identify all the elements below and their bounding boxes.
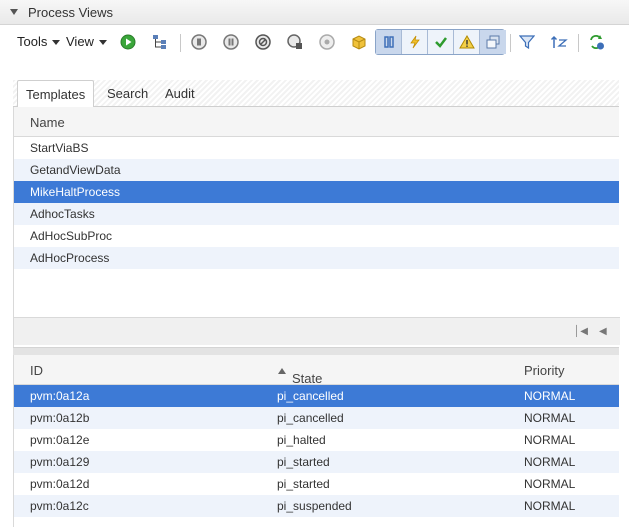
instance-priority: NORMAL	[524, 389, 576, 403]
instance-state: pi_started	[277, 455, 330, 469]
table-row[interactable]: StartViaBS	[14, 137, 619, 159]
table-row[interactable]: GetandViewData	[14, 159, 619, 181]
template-name: MikeHaltProcess	[30, 185, 121, 199]
process-tree-icon[interactable]	[149, 31, 171, 53]
column-header-state-label: State	[292, 371, 323, 386]
toolbar-separator	[510, 34, 511, 52]
toolbar-separator	[180, 34, 181, 52]
tab-templates[interactable]: Templates	[17, 80, 95, 108]
templates-grid-header: Name	[14, 107, 619, 137]
tools-menu[interactable]: Tools	[17, 34, 61, 49]
table-row[interactable]: MikeHaltProcess	[14, 181, 619, 203]
chevron-down-icon	[98, 40, 107, 46]
windows-filter-icon[interactable]	[480, 30, 506, 54]
panel-header[interactable]: Process Views	[0, 0, 629, 25]
template-name: AdHocProcess	[30, 251, 110, 265]
tab-search[interactable]: Search	[99, 80, 156, 107]
sort-icon[interactable]	[548, 31, 570, 53]
table-row[interactable]: pvm:0a12a pi_cancelled NORMAL	[14, 385, 619, 407]
instances-grid: ID State Priority pvm:0a12a pi_cancelled…	[13, 355, 619, 527]
view-menu-label: View	[66, 34, 94, 49]
refresh-icon[interactable]	[586, 31, 608, 53]
template-name: StartViaBS	[30, 141, 89, 155]
table-row[interactable]: AdHocSubProc	[14, 225, 619, 247]
instance-id: pvm:0a129	[30, 455, 90, 469]
suspend-icon[interactable]	[220, 31, 242, 53]
table-row[interactable]: AdHocProcess	[14, 247, 619, 269]
pager: │◀ ◀	[14, 317, 620, 345]
pause-icon[interactable]	[188, 31, 210, 53]
tab-audit[interactable]: Audit	[157, 80, 203, 107]
chevron-down-icon	[52, 40, 61, 46]
instance-state: pi_halted	[277, 433, 326, 447]
running-filter-icon[interactable]	[376, 30, 402, 54]
instance-id: pvm:0a12b	[30, 411, 90, 425]
tools-menu-label: Tools	[17, 34, 48, 49]
instance-priority: NORMAL	[524, 433, 576, 447]
state-filter-group	[375, 29, 506, 55]
table-row[interactable]: pvm:0a129 pi_started NORMAL	[14, 451, 619, 473]
instance-state: pi_cancelled	[277, 389, 344, 403]
collapse-triangle-icon[interactable]	[10, 9, 18, 15]
prev-page-icon[interactable]: ◀	[599, 326, 607, 337]
column-header-priority[interactable]: Priority	[524, 363, 564, 378]
table-row[interactable]: pvm:0a12d pi_started NORMAL	[14, 473, 619, 495]
table-row[interactable]: pvm:0a12c pi_suspended NORMAL	[14, 495, 619, 517]
filter-icon[interactable]	[516, 31, 538, 53]
instance-priority: NORMAL	[524, 477, 576, 491]
template-name: GetandViewData	[30, 163, 121, 177]
table-row[interactable]: pvm:0a12b pi_cancelled NORMAL	[14, 407, 619, 429]
instance-id: pvm:0a12e	[30, 433, 90, 447]
instances-grid-header: ID State Priority	[14, 355, 619, 386]
template-name: AdHocSubProc	[30, 229, 113, 243]
lightning-filter-icon[interactable]	[402, 30, 428, 54]
view-menu[interactable]: View	[66, 34, 107, 49]
start-icon[interactable]	[117, 31, 139, 53]
instance-id: pvm:0a12c	[30, 499, 89, 513]
panel-title: Process Views	[28, 5, 114, 20]
instance-id: pvm:0a12d	[30, 477, 90, 491]
instance-state: pi_suspended	[277, 499, 352, 513]
success-filter-icon[interactable]	[428, 30, 454, 54]
instance-id: pvm:0a12a	[30, 389, 90, 403]
package-icon[interactable]	[348, 31, 370, 53]
instance-priority: NORMAL	[524, 455, 576, 469]
instance-priority: NORMAL	[524, 411, 576, 425]
template-name: AdhocTasks	[30, 207, 95, 221]
column-header-state[interactable]: State	[278, 363, 322, 386]
toolbar-separator	[578, 34, 579, 52]
column-header-id[interactable]: ID	[30, 363, 43, 378]
toolbar: Tools View	[0, 26, 629, 60]
instance-priority: NORMAL	[524, 499, 576, 513]
first-page-icon[interactable]: │◀	[574, 326, 588, 337]
disabled-icon[interactable]	[316, 31, 338, 53]
cancel-icon[interactable]	[252, 31, 274, 53]
table-row[interactable]: pvm:0a12e pi_halted NORMAL	[14, 429, 619, 451]
tab-bar: Templates Search Audit	[13, 80, 619, 108]
sort-ascending-icon	[278, 368, 286, 374]
resume-icon[interactable]	[284, 31, 306, 53]
instance-state: pi_started	[277, 477, 330, 491]
table-row[interactable]: AdhocTasks	[14, 203, 619, 225]
warning-filter-icon[interactable]	[454, 30, 480, 54]
splitter[interactable]	[13, 347, 619, 355]
column-header-name[interactable]: Name	[30, 115, 65, 130]
instance-state: pi_cancelled	[277, 411, 344, 425]
templates-grid: Name StartViaBS GetandViewData MikeHaltP…	[13, 107, 620, 347]
